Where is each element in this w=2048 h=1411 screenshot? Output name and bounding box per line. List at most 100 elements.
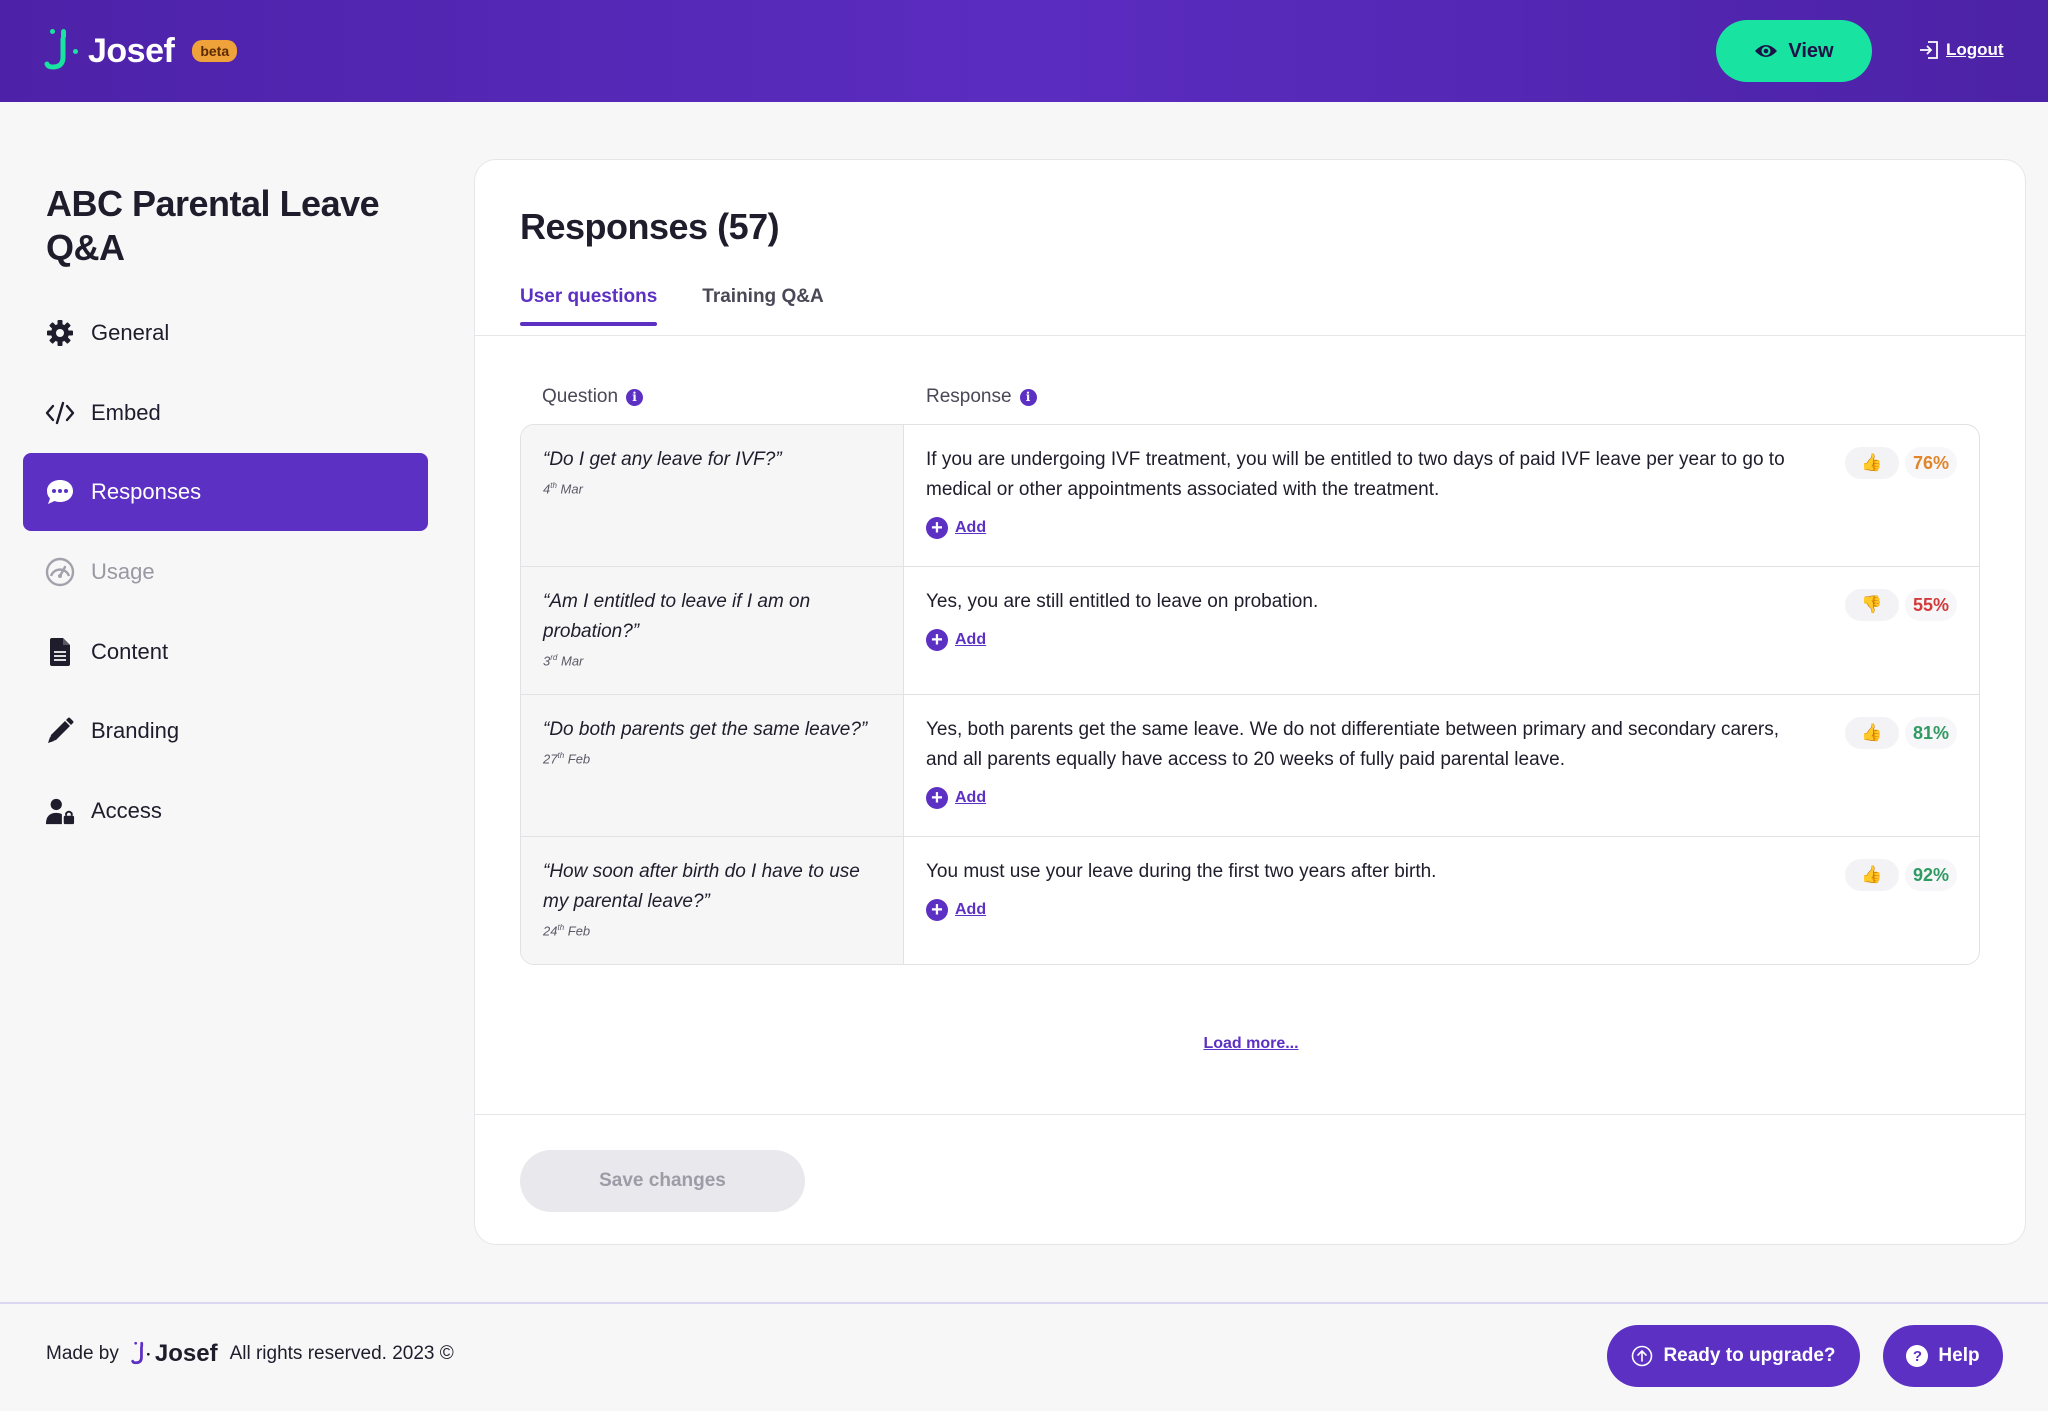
plus-circle-icon: + <box>926 629 948 651</box>
pencil-icon <box>45 716 75 746</box>
sidebar-item-access[interactable]: Access <box>23 772 428 850</box>
sidebar-item-label: Branding <box>91 718 180 743</box>
question-date: 3rd Mar <box>543 653 881 668</box>
date-month: Feb <box>567 751 591 767</box>
add-label: Add <box>955 789 987 806</box>
info-icon[interactable]: i <box>1019 388 1037 406</box>
plus-circle-icon: + <box>926 899 948 921</box>
date-month: Mar <box>560 481 583 497</box>
sidebar-item-branding[interactable]: Branding <box>23 692 428 770</box>
question-date: 24th Feb <box>543 923 881 938</box>
add-label: Add <box>955 519 987 536</box>
save-changes-button[interactable]: Save changes <box>520 1150 805 1212</box>
question-date: 27th Feb <box>543 751 881 766</box>
plus-circle-icon: + <box>926 517 948 539</box>
sidebar-item-usage[interactable]: Usage <box>23 533 428 611</box>
tab-training-qa[interactable]: Training Q&A <box>702 286 823 326</box>
table-row: “Am I entitled to leave if I am on proba… <box>521 566 1979 694</box>
add-response-link[interactable]: + Add <box>926 899 1957 921</box>
sidebar-item-content[interactable]: Content <box>23 613 428 691</box>
sidebar-item-label: General <box>91 320 170 345</box>
gauge-icon <box>45 557 75 587</box>
question-text: “Am I entitled to leave if I am on proba… <box>543 591 811 642</box>
rating-percent: 92% <box>1904 859 1957 891</box>
sidebar-item-embed[interactable]: Embed <box>23 374 428 452</box>
rating: 👍 92% <box>1844 859 1957 891</box>
question-cell: “Do both parents get the same leave?” 27… <box>521 695 904 836</box>
made-by-label: Made by <box>46 1343 119 1364</box>
tab-user-questions[interactable]: User questions <box>520 286 658 326</box>
footer-josef-logo[interactable]: Josef <box>131 1340 218 1368</box>
question-header-label: Question <box>542 386 619 407</box>
josef-logo-mark-icon <box>131 1341 150 1365</box>
response-cell: If you are undergoing IVF treatment, you… <box>904 425 1979 566</box>
question-mark-icon: ? <box>1906 1345 1929 1367</box>
add-label: Add <box>955 631 987 648</box>
responses-card: Responses (57) User questions Training Q… <box>474 159 2026 1245</box>
thumbs-up-icon: 👍 <box>1844 447 1899 479</box>
gear-icon <box>45 318 75 348</box>
date-day: 24 <box>543 923 558 939</box>
logout-label: Logout <box>1946 40 2004 59</box>
code-icon <box>45 398 75 428</box>
top-header: Josef beta View Logout <box>0 0 2048 102</box>
arrow-up-circle-icon <box>1632 1345 1653 1367</box>
response-cell: You must use your leave during the first… <box>904 837 1979 964</box>
sidebar-item-label: Embed <box>91 400 161 425</box>
add-response-link[interactable]: + Add <box>926 629 1957 651</box>
add-response-link[interactable]: + Add <box>926 787 1957 809</box>
divider <box>475 335 2025 336</box>
view-button[interactable]: View <box>1716 20 1872 82</box>
plus-circle-icon: + <box>926 787 948 809</box>
sidebar-item-general[interactable]: General <box>23 294 428 372</box>
table-row: “How soon after birth do I have to use m… <box>521 836 1979 964</box>
table-row: “Do I get any leave for IVF?” 4th Mar If… <box>521 425 1979 566</box>
question-text: “Do both parents get the same leave?” <box>543 719 868 740</box>
rating: 👎 55% <box>1844 589 1957 621</box>
rating-percent: 76% <box>1904 447 1957 479</box>
logout-link[interactable]: Logout <box>1918 40 2004 60</box>
help-label: Help <box>1938 1345 1980 1366</box>
rating-percent: 81% <box>1904 717 1957 749</box>
sidebar-item-responses[interactable]: Responses <box>23 453 428 531</box>
upgrade-label: Ready to upgrade? <box>1663 1345 1836 1366</box>
tab-bar: User questions Training Q&A <box>520 286 824 326</box>
add-label: Add <box>955 901 987 918</box>
response-cell: Yes, both parents get the same leave. We… <box>904 695 1979 836</box>
info-icon[interactable]: i <box>626 388 644 406</box>
help-button[interactable]: ? Help <box>1883 1325 2003 1387</box>
thumbs-up-icon: 👍 <box>1844 859 1899 891</box>
question-text: “Do I get any leave for IVF?” <box>543 449 782 470</box>
question-cell: “Am I entitled to leave if I am on proba… <box>521 567 904 694</box>
upgrade-button[interactable]: Ready to upgrade? <box>1607 1325 1860 1387</box>
logout-icon <box>1920 41 1938 59</box>
date-suffix: rd <box>550 653 558 662</box>
footer-credits: Made by Josef All rights reserved. 2023 … <box>46 1340 454 1368</box>
josef-logo-mark-icon <box>44 29 78 70</box>
josef-logo[interactable]: Josef beta <box>44 27 238 75</box>
rating: 👍 81% <box>1844 717 1957 749</box>
beta-badge: beta <box>192 40 238 62</box>
response-text: Yes, both parents get the same leave. We… <box>926 719 1780 770</box>
question-text: “How soon after birth do I have to use m… <box>543 861 860 912</box>
question-cell: “Do I get any leave for IVF?” 4th Mar <box>521 425 904 566</box>
page-title: Responses (57) <box>520 206 780 247</box>
add-response-link[interactable]: + Add <box>926 517 1957 539</box>
sidebar-item-label: Responses <box>91 479 202 504</box>
date-suffix: th <box>550 481 557 490</box>
response-cell: Yes, you are still entitled to leave on … <box>904 567 1979 694</box>
footer-divider <box>0 1302 2048 1304</box>
date-suffix: th <box>557 923 565 932</box>
question-cell: “How soon after birth do I have to use m… <box>521 837 904 964</box>
thumbs-down-icon: 👎 <box>1844 589 1899 621</box>
load-more-link[interactable]: Load more... <box>475 1035 2027 1053</box>
question-column-header: Question i <box>542 386 644 408</box>
chat-bubble-icon <box>45 477 75 507</box>
date-suffix: th <box>557 751 565 760</box>
response-text: You must use your leave during the first… <box>926 861 1437 882</box>
rating: 👍 76% <box>1844 447 1957 479</box>
question-date: 4th Mar <box>543 481 881 496</box>
user-lock-icon <box>45 796 75 826</box>
date-month: Mar <box>560 653 584 669</box>
eye-icon <box>1755 45 1778 57</box>
